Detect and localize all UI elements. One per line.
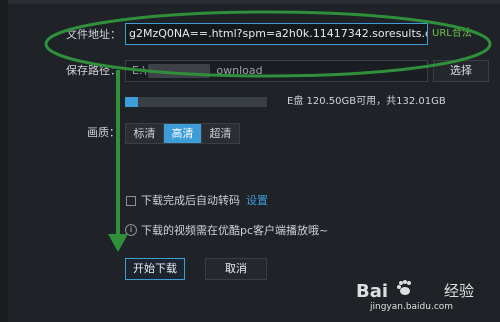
start-download-button[interactable]: 开始下载	[125, 258, 185, 280]
watermark-url: jingyan.baidu.com	[370, 302, 454, 312]
save-path-label: 保存路径：	[66, 64, 121, 77]
info-text: 下载的视频需在优酷pc客户端播放哦~	[141, 224, 329, 237]
dialog-left-edge	[0, 0, 8, 322]
auto-transcode-checkbox[interactable]	[126, 196, 136, 206]
quality-option-hd[interactable]: 高清	[164, 124, 202, 143]
disk-usage-bar	[125, 97, 267, 107]
settings-link[interactable]: 设置	[246, 194, 268, 208]
info-icon: i	[125, 224, 137, 236]
save-path-prefix: E:\	[132, 64, 147, 77]
quality-option-uhd[interactable]: 超清	[202, 124, 239, 143]
watermark-brand-text: 经验	[444, 282, 475, 300]
watermark-logo-text: Bai	[356, 281, 389, 302]
download-dialog: 文件地址： g2MzQ0NA==.html?spm=a2h0k.11417342…	[0, 0, 500, 322]
dialog-top-edge	[0, 0, 500, 4]
auto-transcode-label: 下载完成后自动转码	[141, 194, 240, 207]
save-path-suffix: ownload	[216, 64, 263, 77]
url-label: 文件地址：	[66, 28, 121, 41]
quality-option-sd[interactable]: 标清	[126, 124, 164, 143]
down-arrow-icon	[108, 234, 128, 252]
disk-usage-fill	[125, 97, 138, 107]
url-valid-status: URL合法	[432, 28, 472, 39]
url-input[interactable]: g2MzQ0NA==.html?spm=a2h0k.11417342.sores…	[125, 23, 428, 45]
watermark-logo: Bai	[356, 279, 414, 303]
quality-selector: 标清 高清 超清	[125, 123, 240, 144]
paw-icon	[396, 279, 414, 303]
baidu-jingyan-watermark: Bai 经验 jingyan.baidu.com	[352, 277, 492, 317]
choose-folder-button[interactable]: 选择	[433, 60, 489, 82]
quality-label: 画质：	[87, 126, 120, 139]
redaction-blur	[148, 64, 210, 78]
cancel-button[interactable]: 取消	[205, 258, 267, 280]
disk-info: E盘 120.50GB可用，共132.01GB	[287, 96, 446, 107]
